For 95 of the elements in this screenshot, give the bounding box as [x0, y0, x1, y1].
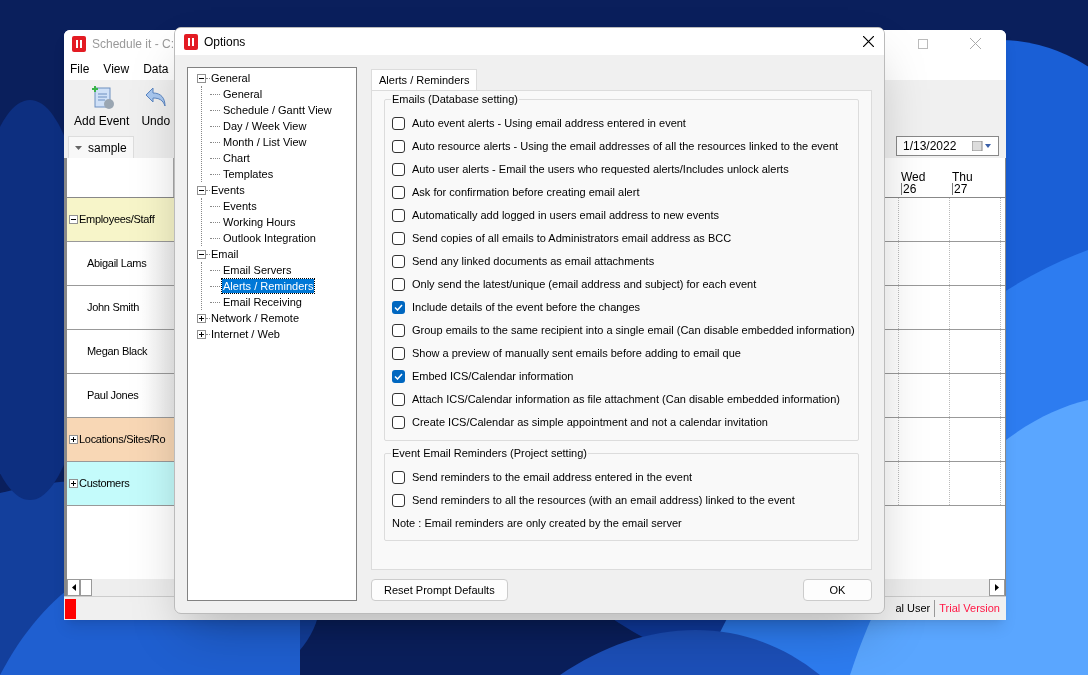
scroll-right-button[interactable] [989, 579, 1005, 596]
tree-item[interactable]: Email Servers [222, 263, 293, 277]
tree-item[interactable]: General [210, 71, 252, 85]
checkbox[interactable] [392, 140, 405, 153]
menu-item[interactable]: View [103, 59, 130, 78]
status-text: Trial Version [934, 600, 1004, 617]
checkbox[interactable] [392, 163, 405, 176]
tree-item[interactable]: Alerts / Reminders [222, 279, 315, 293]
tree-item[interactable]: Events [210, 183, 246, 197]
resource-name: Megan Black [87, 344, 148, 360]
checkbox-label: Only send the latest/unique (email address and subject) for each event [412, 277, 757, 293]
date-field[interactable]: 1/13/2022 [896, 136, 999, 156]
reset-button[interactable]: Reset Prompt Defaults [371, 579, 508, 601]
dialog-title: Options [204, 33, 246, 51]
checkbox-label: Auto resource alerts - Using the email addresses of all the resources linked to the event [412, 139, 839, 155]
resource-name: Abigail Lams [87, 256, 147, 272]
expand-icon[interactable] [197, 313, 206, 323]
group-label: Customers [79, 476, 130, 492]
group-label: Locations/Sites/Ro [79, 432, 166, 448]
checkbox-label: Automatically add logged in users email address to new events [412, 208, 719, 224]
checkbox-label: Send reminders to the email address entered in the event [412, 470, 693, 486]
calendar-dropdown-icon [972, 141, 992, 151]
checkbox-label: Send reminders to all the resources (with an email address) linked to the event [412, 493, 795, 509]
tree-item[interactable]: Internet / Web [210, 327, 281, 341]
checkbox-label: Group emails to the same recipient into a single email (Can disable embedded information) [412, 323, 855, 339]
toolbar-button[interactable]: Undo [141, 84, 171, 130]
checkbox[interactable] [392, 209, 405, 222]
tree-item[interactable]: Outlook Integration [222, 231, 317, 245]
ok-button[interactable]: OK [803, 579, 872, 601]
checkbox[interactable] [392, 186, 405, 199]
scroll-left-button[interactable] [67, 579, 80, 596]
window-title: Schedule it - C: [92, 35, 175, 53]
right-arrow-icon [995, 584, 999, 591]
group-title: Event Email Reminders (Project setting) [391, 446, 588, 460]
tree-item[interactable]: Schedule / Gantt View [222, 103, 333, 117]
collapse-icon[interactable] [197, 73, 206, 83]
checkbox-label: Show a preview of manually sent emails before adding to email que [412, 346, 741, 362]
close-icon [969, 38, 981, 49]
status-indicator [65, 598, 76, 619]
day-header: Thu 27 [938, 158, 989, 197]
dropdown-icon [75, 145, 82, 150]
app-logo-icon [184, 33, 198, 50]
checkbox-label: Embed ICS/Calendar information [412, 369, 574, 385]
expand-icon[interactable] [197, 329, 206, 339]
checkbox-label: Create ICS/Calendar as simple appointment and not a calendar invitation [412, 415, 768, 431]
sheet-tab[interactable]: sample [68, 136, 134, 158]
menu-item[interactable]: Data [143, 59, 169, 78]
checkbox-label: Include details of the event before the changes [412, 300, 641, 316]
group-label: Employees/Staff [79, 212, 155, 228]
checkbox-label: Attach ICS/Calendar information as file attachment (Can disable embedded information) [412, 392, 840, 408]
group-title: Emails (Database setting) [391, 92, 519, 106]
tree-item[interactable]: Network / Remote [210, 311, 301, 325]
expand-icon[interactable] [69, 435, 78, 444]
tree-item[interactable]: General [222, 87, 264, 101]
tree-item[interactable]: Month / List View [222, 135, 308, 149]
resource-name: Paul Jones [87, 388, 139, 404]
checkbox[interactable] [392, 471, 405, 484]
tree-item[interactable]: Working Hours [222, 215, 297, 229]
checkbox-label: Ask for confirmation before creating email alert [412, 185, 640, 201]
tree-item[interactable]: Email [210, 247, 240, 261]
tree-item[interactable]: Email Receiving [222, 295, 303, 309]
checkbox-label: Send copies of all emails to Administrators email address as BCC [412, 231, 732, 247]
note-text: Note : Email reminders are only created by the email server [392, 515, 683, 531]
checkbox-label: Auto event alerts - Using email address entered in event [412, 116, 686, 132]
checkbox[interactable] [392, 324, 405, 337]
menu-item[interactable]: File [70, 59, 90, 78]
tree-item[interactable]: Chart [222, 151, 251, 165]
checkbox[interactable] [392, 278, 405, 291]
toolbar-button[interactable]: Add Event [74, 84, 130, 130]
resource-name: John Smith [87, 300, 140, 316]
tree-item[interactable]: Day / Week View [222, 119, 308, 133]
tree-item[interactable]: Templates [222, 167, 275, 181]
collapse-icon[interactable] [69, 215, 78, 224]
collapse-icon[interactable] [197, 185, 206, 195]
tree-item[interactable]: Events [222, 199, 258, 213]
scrollbar-thumb[interactable] [80, 579, 92, 596]
day-header: Wed 26 [887, 158, 938, 197]
checkbox[interactable] [392, 347, 405, 360]
settings-tab[interactable]: Alerts / Reminders [371, 69, 478, 90]
checkbox[interactable] [392, 494, 405, 507]
checkbox[interactable] [392, 255, 405, 268]
close-icon[interactable] [863, 36, 874, 47]
app-logo-icon [72, 35, 86, 52]
checkbox-label: Send any linked documents as email attachments [412, 254, 655, 270]
checkbox[interactable] [392, 232, 405, 245]
checkbox[interactable] [392, 393, 405, 406]
checkbox[interactable] [392, 416, 405, 429]
checkbox[interactable] [392, 301, 405, 314]
checkbox[interactable] [392, 370, 405, 383]
collapse-icon[interactable] [197, 249, 206, 259]
checkbox[interactable] [392, 117, 405, 130]
checkbox-label: Auto user alerts - Email the users who requested alerts/Includes unlock alerts [412, 162, 789, 178]
expand-icon[interactable] [69, 479, 78, 488]
left-arrow-icon [71, 584, 76, 591]
status-text: al User [894, 601, 932, 617]
